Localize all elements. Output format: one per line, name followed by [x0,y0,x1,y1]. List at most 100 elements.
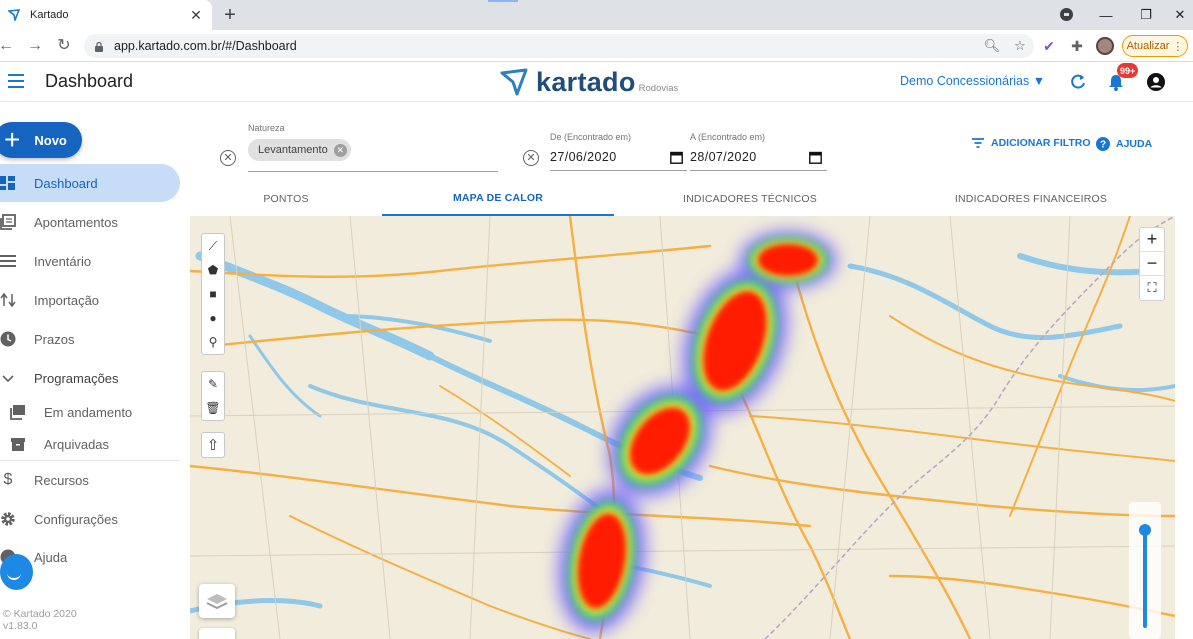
help-button[interactable]: ? AJUDA [1096,137,1152,151]
tenant-selector[interactable]: Demo Concessionárias ▼ [900,74,1045,88]
kartado-logo-icon [500,68,528,96]
sidebar-item-recursos[interactable]: $ Recursos [0,461,180,499]
reload-icon[interactable]: ↻ [54,35,74,57]
calendar-icon[interactable] [670,151,683,164]
clear-date-icon[interactable]: ✕ [523,150,539,166]
zoom-lens-icon[interactable]: 🔍︎ [978,38,1006,54]
upload-toolbar: ⇧ [201,432,225,458]
sidebar: + Novo Dashboard Apontamentos Inventário… [0,103,187,639]
browser-tab-strip: Kartado ✕ + — ❐ ✕ [0,0,1193,30]
profile-indicator-icon[interactable] [1060,8,1073,21]
sidebar-item-label: Dashboard [34,175,98,191]
minimize-button[interactable]: — [1086,0,1126,30]
natureza-underline [248,171,498,172]
url-text: app.kartado.com.br/#/Dashboard [114,39,297,53]
omnibox[interactable]: app.kartado.com.br/#/Dashboard 🔍︎ ☆ [84,34,1034,58]
dollar-icon: $ [3,471,13,488]
sidebar-item-label: Apontamentos [34,214,118,230]
dashboard-icon [0,176,15,190]
to-date-label: A (Encontrado em) [690,132,766,142]
draw-rectangle-icon[interactable]: ■ [202,282,224,306]
bookmark-star-icon[interactable]: ☆ [1006,38,1034,54]
new-tab-button[interactable]: + [218,3,242,27]
browser-tab-title: Kartado [30,9,69,21]
from-date-label: De (Encontrado em) [550,132,632,142]
support-chat-button[interactable] [0,554,33,590]
browser-tab[interactable]: Kartado ✕ [0,0,212,30]
sidebar-item-apontamentos[interactable]: Apontamentos [0,203,180,241]
natureza-chip-label: Levantamento [258,144,328,156]
layers-icon [206,594,228,610]
update-label: Atualizar [1126,40,1170,52]
calendar-icon[interactable] [809,151,822,164]
forward-icon[interactable]: → [25,35,45,57]
slider-knob[interactable] [1139,524,1151,536]
app-header: Dashboard kartado Rodovias Demo Concessi… [0,62,1193,102]
sidebar-item-inventario[interactable]: Inventário [0,242,180,280]
draw-marker-icon[interactable]: ⚲ [202,330,224,354]
layers-button[interactable] [199,584,235,618]
view-tabs: PONTOS MAPA DE CALOR INDICADORES TÉCNICO… [190,181,1193,216]
heatmap-map[interactable]: ⟋ ⬟ ■ ● ⚲ ✎ 🗑︎ ⇧ + − ⛶ [190,216,1175,639]
sidebar-item-programacoes[interactable]: Programações [0,359,180,397]
to-date-underline [690,170,827,171]
draw-line-icon[interactable]: ⟋ [202,234,224,258]
draw-toolbar: ⟋ ⬟ ■ ● ⚲ [201,233,225,355]
zoom-out-button[interactable]: − [1140,252,1164,276]
zoom-in-button[interactable]: + [1140,228,1164,252]
map-basemap [190,216,1175,639]
help-circle-icon: ? [1096,137,1110,151]
add-filter-button[interactable]: ADICIONAR FILTRO [971,137,1091,149]
filter-bar: ✕ Natureza Levantamento ✕ ✕ De (Encontra… [190,103,1193,181]
sidebar-item-label: Prazos [34,331,75,347]
draw-polygon-icon[interactable]: ⬟ [202,258,224,282]
folder-icon [10,405,25,420]
tab-indicadores-financeiros[interactable]: INDICADORES FINANCEIROS [886,181,1176,216]
archive-icon [11,438,25,451]
edit-layer-icon[interactable]: ✎ [202,372,224,396]
account-icon[interactable] [1146,72,1166,92]
back-icon[interactable]: ← [0,35,16,57]
sidebar-item-arquivadas[interactable]: Arquivadas [0,425,180,463]
refresh-icon[interactable] [1068,72,1088,92]
upload-arrow-icon[interactable]: ⇧ [202,433,224,457]
browser-profile-avatar[interactable] [1096,37,1114,55]
tab-pontos[interactable]: PONTOS [190,181,382,216]
natureza-chip[interactable]: Levantamento ✕ [248,139,351,161]
sidebar-item-prazos[interactable]: Prazos [0,320,180,358]
sidebar-item-label: Configurações [34,511,118,527]
new-button-label: Novo [34,132,67,148]
sidebar-item-dashboard[interactable]: Dashboard [0,164,180,202]
close-window-button[interactable]: ✕ [1160,0,1193,30]
sidebar-item-label: Arquivadas [44,436,110,452]
extension-check-icon[interactable]: ✔ [1040,38,1058,55]
brand-subtitle: Rodovias [638,82,679,94]
heat-intensity-slider[interactable] [1129,502,1161,639]
sidebar-item-importacao[interactable]: Importação [0,281,180,319]
close-tab-icon[interactable]: ✕ [186,7,206,24]
remove-chip-icon[interactable]: ✕ [333,143,347,157]
sidebar-item-label: Em andamento [44,404,133,420]
from-date-underline [550,170,687,171]
sidebar-item-label: Ajuda [34,549,68,565]
new-button[interactable]: + Novo [0,122,82,158]
sidebar-item-label: Recursos [34,472,89,488]
copyright: © Kartado 2020 v1.83.0 [3,608,77,632]
filter-lines-icon [972,138,984,148]
sidebar-item-label: Programações [34,370,119,386]
delete-layer-icon[interactable]: 🗑︎ [202,396,224,420]
sidebar-item-configuracoes[interactable]: Configurações [0,500,180,538]
extensions-puzzle-icon[interactable]: ✚ [1068,38,1086,55]
to-date-input[interactable]: 28/07/2020 [690,150,757,164]
update-browser-button[interactable]: Atualizar ⋮ [1122,35,1188,57]
menu-icon[interactable] [8,74,24,88]
brand-logo[interactable]: kartado Rodovias [500,66,678,98]
from-date-input[interactable]: 27/06/2020 [550,150,617,164]
clear-natureza-icon[interactable]: ✕ [220,150,236,166]
tab-indicadores-tecnicos[interactable]: INDICADORES TÉCNICOS [614,181,886,216]
fullscreen-icon[interactable]: ⛶ [1140,276,1164,300]
gear-icon [1,512,15,526]
map-extra-button[interactable] [199,628,235,639]
draw-circle-icon[interactable]: ● [202,306,224,330]
tab-mapa-de-calor[interactable]: MAPA DE CALOR [382,181,614,216]
